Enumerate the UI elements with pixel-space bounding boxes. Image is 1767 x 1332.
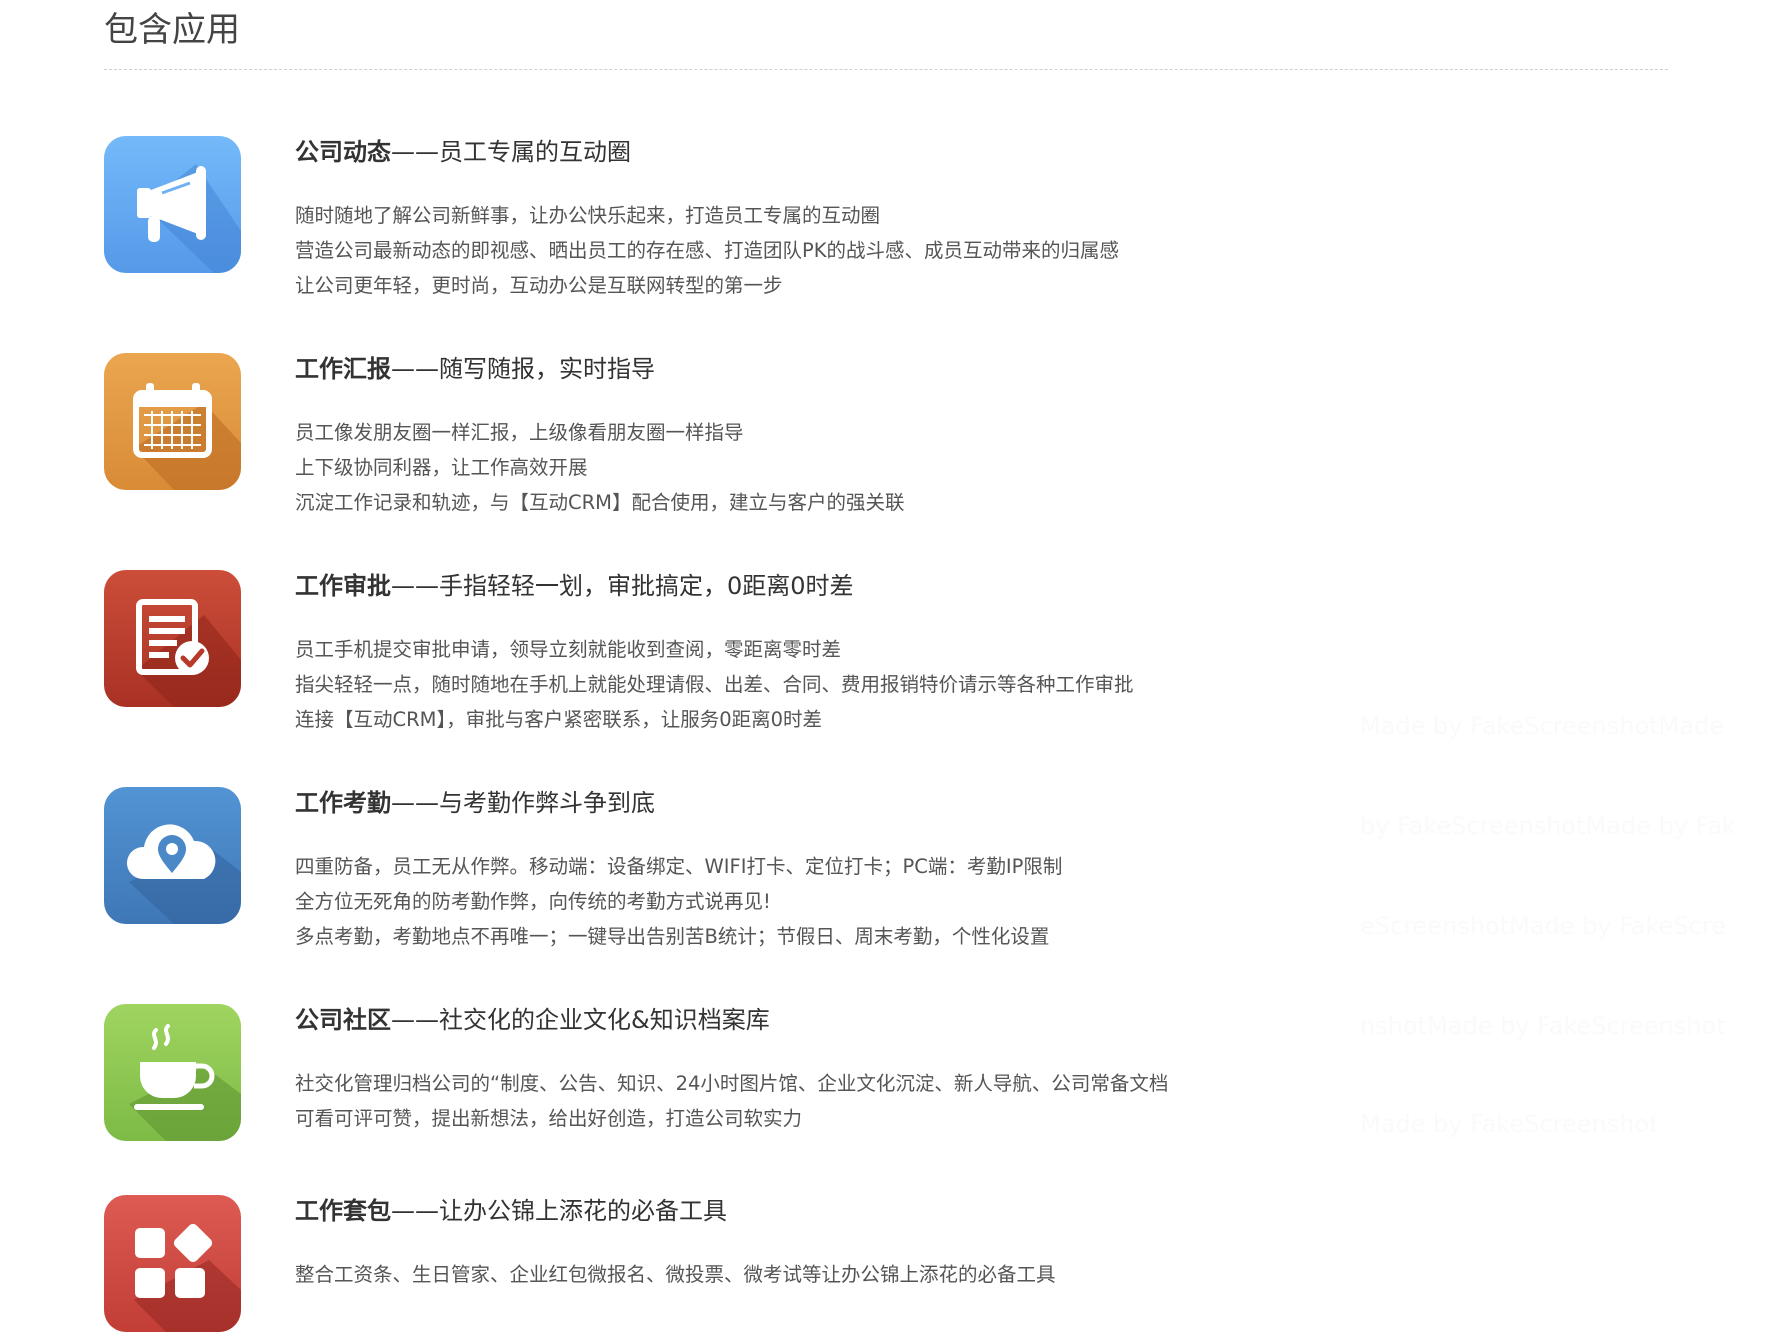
app-title[interactable]: 公司社区——社交化的企业文化&知识档案库 [295, 1004, 770, 1036]
description-line: 随时随地了解公司新鲜事，让办公快乐起来，打造员工专属的互动圈 [295, 204, 881, 227]
title-separator: —— [391, 572, 439, 600]
megaphone-icon [104, 136, 241, 273]
description-line: 让公司更年轻，更时尚，互动办公是互联网转型的第一步 [295, 274, 783, 297]
app-subtitle: 随写随报，实时指导 [439, 355, 655, 383]
app-title[interactable]: 工作审批——手指轻轻一划，审批搞定，0距离0时差 [295, 570, 854, 602]
app-subtitle: 让办公锦上添花的必备工具 [439, 1197, 727, 1225]
coffee-cup-icon [104, 1004, 241, 1141]
app-name: 公司动态 [295, 138, 391, 166]
title-separator: —— [391, 355, 439, 383]
title-separator: —— [391, 789, 439, 817]
approval-document-icon [104, 570, 241, 707]
description-line: 全方位无死角的防考勤作弊，向传统的考勤方式说再见! [295, 890, 771, 913]
description-line: 四重防备，员工无从作弊。移动端：设备绑定、WIFI打卡、定位打卡；PC端：考勤I… [295, 855, 1063, 878]
watermark-text: by FakeScreenshotMade by Fak [1360, 812, 1736, 840]
app-name: 工作审批 [295, 572, 391, 600]
section-title: 包含应用 [104, 10, 240, 50]
app-description: 四重防备，员工无从作弊。移动端：设备绑定、WIFI打卡、定位打卡；PC端：考勤I… [295, 849, 1062, 954]
app-name: 工作套包 [295, 1197, 391, 1225]
description-line: 员工像发朋友圈一样汇报，上级像看朋友圈一样指导 [295, 421, 744, 444]
description-line: 指尖轻轻一点，随时随地在手机上就能处理请假、出差、合同、费用报销特价请示等各种工… [295, 673, 1134, 696]
description-line: 社交化管理归档公司的“制度、公告、知识、24小时图片馆、企业文化沉淀、新人导航、… [295, 1072, 1169, 1095]
description-line: 整合工资条、生日管家、企业红包微报名、微投票、微考试等让办公锦上添花的必备工具 [295, 1263, 1056, 1286]
app-subtitle: 手指轻轻一划，审批搞定，0距离0时差 [439, 572, 854, 600]
app-description: 整合工资条、生日管家、企业红包微报名、微投票、微考试等让办公锦上添花的必备工具 [295, 1257, 1056, 1292]
title-separator: —— [391, 138, 439, 166]
app-subtitle: 与考勤作弊斗争到底 [439, 789, 655, 817]
title-separator: —— [391, 1006, 439, 1034]
cloud-location-icon [104, 787, 241, 924]
description-line: 多点考勤，考勤地点不再唯一；一键导出告别苦B统计；节假日、周末考勤，个性化设置 [295, 925, 1050, 948]
watermark-text: Made by FakeScreenshot [1360, 1110, 1659, 1138]
section-divider [104, 69, 1668, 70]
app-title[interactable]: 工作考勤——与考勤作弊斗争到底 [295, 787, 655, 819]
watermark-text: Made by FakeScreenshotMade [1360, 712, 1724, 740]
watermark-text: eScreenshotMade by FakeScre [1360, 912, 1726, 940]
description-line: 上下级协同利器，让工作高效开展 [295, 456, 588, 479]
app-title[interactable]: 工作套包——让办公锦上添花的必备工具 [295, 1195, 727, 1227]
app-subtitle: 社交化的企业文化&知识档案库 [439, 1006, 770, 1034]
app-description: 员工手机提交审批申请，领导立刻就能收到查阅，零距离零时差 指尖轻轻一点，随时随地… [295, 632, 1134, 737]
description-line: 沉淀工作记录和轨迹，与【互动CRM】配合使用，建立与客户的强关联 [295, 491, 905, 514]
app-description: 社交化管理归档公司的“制度、公告、知识、24小时图片馆、企业文化沉淀、新人导航、… [295, 1066, 1168, 1136]
description-line: 营造公司最新动态的即视感、晒出员工的存在感、打造团队PK的战斗感、成员互动带来的… [295, 239, 1120, 262]
title-separator: —— [391, 1197, 439, 1225]
description-line: 连接【互动CRM】，审批与客户紧密联系，让服务0距离0时差 [295, 708, 823, 731]
watermark-text: nshotMade by FakeScreenshot [1360, 1012, 1726, 1040]
apps-grid-icon [104, 1195, 241, 1332]
app-subtitle: 员工专属的互动圈 [439, 138, 631, 166]
app-title[interactable]: 工作汇报——随写随报，实时指导 [295, 353, 655, 385]
app-name: 公司社区 [295, 1006, 391, 1034]
app-name: 工作考勤 [295, 789, 391, 817]
description-line: 可看可评可赞，提出新想法，给出好创造，打造公司软实力 [295, 1107, 803, 1130]
description-line: 员工手机提交审批申请，领导立刻就能收到查阅，零距离零时差 [295, 638, 842, 661]
calendar-icon [104, 353, 241, 490]
app-description: 员工像发朋友圈一样汇报，上级像看朋友圈一样指导 上下级协同利器，让工作高效开展 … [295, 415, 905, 520]
app-title[interactable]: 公司动态——员工专属的互动圈 [295, 136, 631, 168]
app-description: 随时随地了解公司新鲜事，让办公快乐起来，打造员工专属的互动圈 营造公司最新动态的… [295, 198, 1119, 303]
app-name: 工作汇报 [295, 355, 391, 383]
